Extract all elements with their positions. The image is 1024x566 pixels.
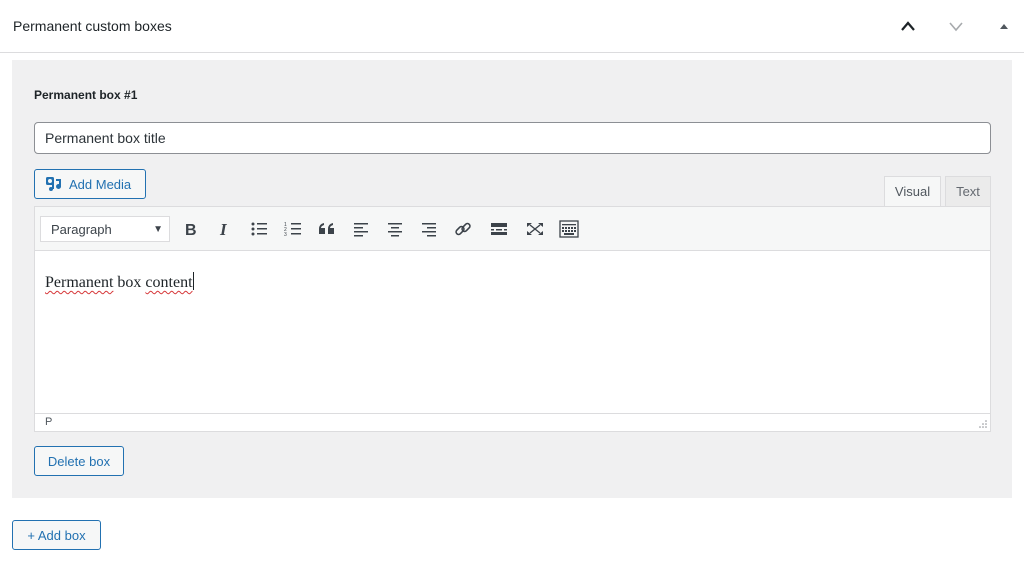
text-cursor	[192, 272, 194, 290]
metabox-header: Permanent custom boxes	[0, 0, 1024, 53]
svg-text:3: 3	[284, 232, 287, 237]
blockquote-button[interactable]	[313, 216, 341, 242]
content-word: content	[145, 274, 193, 291]
italic-icon: I	[219, 221, 228, 237]
delete-box-button[interactable]: Delete box	[34, 446, 124, 476]
svg-text:I: I	[219, 221, 228, 237]
permanent-box-panel: Permanent box #1 Add Media Visual Text P…	[12, 60, 1012, 498]
box-heading: Permanent box #1	[34, 88, 138, 102]
align-right-button[interactable]	[415, 216, 443, 242]
numbered-list-button[interactable]: 1 2 3	[279, 216, 307, 242]
editor-content[interactable]: Permanent box content	[35, 252, 990, 412]
dropdown-arrow-icon: ▼	[153, 224, 163, 235]
box-title-input[interactable]	[34, 122, 991, 154]
editor-status-bar: P	[35, 413, 990, 431]
link-icon	[455, 222, 471, 236]
move-down-button[interactable]	[942, 12, 970, 40]
format-select-value: Paragraph	[51, 221, 112, 237]
blockquote-icon	[319, 223, 334, 234]
svg-text:B: B	[185, 222, 197, 237]
resize-handle-icon[interactable]	[978, 419, 988, 429]
add-media-label: Add Media	[69, 176, 132, 192]
triangle-up-icon	[1000, 24, 1008, 29]
content-editor: Paragraph ▼ B I 1 2 3 Permanent box cont…	[34, 206, 991, 432]
italic-button[interactable]: I	[211, 216, 239, 242]
bulleted-list-button[interactable]	[245, 216, 273, 242]
insert-link-button[interactable]	[449, 216, 477, 242]
bold-button[interactable]: B	[176, 216, 204, 242]
align-center-button[interactable]	[381, 216, 409, 242]
numbered-list-icon: 1 2 3	[284, 222, 301, 237]
content-word: box	[117, 274, 142, 291]
tab-visual[interactable]: Visual	[884, 176, 941, 206]
align-right-icon	[422, 223, 436, 237]
align-center-icon	[388, 223, 402, 237]
align-left-button[interactable]	[347, 216, 375, 242]
fullscreen-button[interactable]	[521, 216, 549, 242]
add-box-button[interactable]: + Add box	[12, 520, 101, 550]
element-path[interactable]: P	[45, 416, 52, 428]
bold-icon: B	[185, 222, 197, 237]
toggle-panel-button[interactable]	[990, 12, 1018, 40]
content-word: Permanent	[45, 274, 114, 291]
chevron-up-icon	[901, 21, 915, 31]
chevron-down-icon	[949, 22, 963, 32]
fullscreen-icon	[527, 223, 543, 235]
read-more-button[interactable]	[485, 216, 513, 242]
metabox-title: Permanent custom boxes	[13, 18, 172, 34]
media-icon	[45, 176, 63, 192]
toolbar-toggle-icon	[559, 220, 579, 238]
editor-toolbar: Paragraph ▼ B I 1 2 3	[35, 207, 990, 251]
move-up-button[interactable]	[894, 12, 922, 40]
bulleted-list-icon	[251, 222, 267, 236]
add-media-button[interactable]: Add Media	[34, 169, 146, 199]
tab-text[interactable]: Text	[945, 176, 991, 206]
format-select[interactable]: Paragraph ▼	[40, 216, 170, 242]
align-left-icon	[354, 223, 368, 237]
toolbar-toggle-button[interactable]	[555, 216, 583, 242]
read-more-icon	[491, 223, 507, 235]
